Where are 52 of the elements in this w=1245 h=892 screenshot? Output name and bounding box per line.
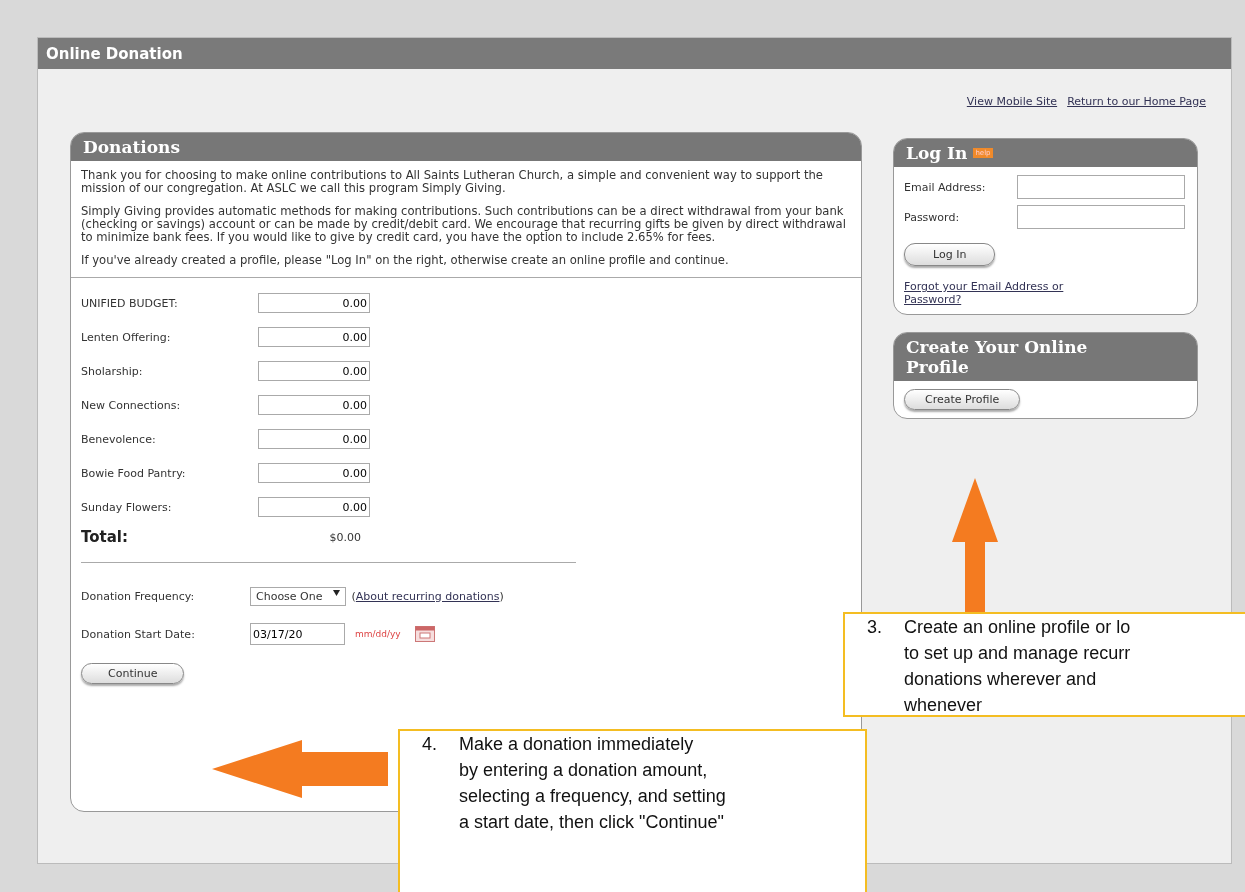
callout-number: 3. [867, 616, 882, 639]
field-label: Donation Frequency: [81, 589, 196, 603]
callout-text: to set up and manage recurr [904, 642, 1131, 665]
paragraph: If you've already created a profile, please "Log In" on the right, otherwise create an online profile and continue. [81, 254, 730, 267]
text-field[interactable] [1017, 175, 1185, 199]
amount-field[interactable]: 0.00 [258, 395, 370, 415]
field-label: New Connections: [81, 398, 182, 412]
recurring-donations-link[interactable]: About recurring donations [355, 589, 500, 603]
field-label: Donation Start Date: [81, 627, 196, 641]
panel-title: Create Your Online Profile [894, 333, 1197, 381]
amount-field[interactable]: 0.00 [258, 327, 370, 347]
nav-link[interactable]: Return to our Home Page [1067, 95, 1206, 119]
date-field[interactable]: 03/17/20 [250, 623, 345, 645]
amount-field[interactable]: 0.00 [258, 463, 370, 483]
calendar-icon[interactable] [414, 626, 435, 642]
date-format-hint: mm/dd/yy [355, 629, 401, 639]
frequency-dropdown[interactable]: Choose One [250, 586, 346, 606]
field-label: Sholarship: [81, 364, 144, 378]
paragraph: Simply Giving provides automatic methods for making contributions. Such contributions can be a direct withdrawal from your bank (checking or savings) account or can be made by credit/debit card. We encourage that recurring gifts be given by direct withdrawal to minimize bank fees. If you would like to give by credit card, you have the option to include 2.65% for fees. [81, 205, 847, 244]
callout-text: donations wherever and [904, 668, 1098, 691]
field-label: Email Address: [904, 180, 987, 194]
amount-field[interactable]: 0.00 [258, 497, 370, 517]
paragraph: Thank you for choosing to make online contributions to All Saints Lutheran Church, a simple and convenient way to support the mission of our congregation. At ASLC we call this program Simply Giving. [81, 169, 824, 195]
amount-field[interactable]: 0.00 [258, 293, 370, 313]
continue-button[interactable]: Continue [81, 663, 185, 684]
field-label: Sunday Flowers: [81, 500, 173, 514]
field-label: UNIFIED BUDGET: [81, 296, 179, 310]
field-label: Benevolence: [81, 432, 157, 446]
callout-text: by entering a donation amount, [459, 759, 709, 782]
amount-field[interactable]: 0.00 [258, 429, 370, 449]
callout-text: Create an online profile or lo [904, 616, 1131, 639]
panel-title: Log In [906, 143, 968, 163]
nav-link[interactable]: View Mobile Site [966, 95, 1058, 119]
total-label: Total: [81, 528, 129, 546]
link-text: (About recurring donations) [351, 589, 504, 603]
panel-title: Donations [71, 133, 861, 161]
field-label: Lenten Offering: [81, 330, 172, 344]
caret-icon [332, 589, 340, 596]
callout-text: selecting a frequency, and setting [459, 785, 726, 808]
callout-text: Make a donation immediately [459, 733, 695, 756]
field-label: Password: [904, 210, 961, 224]
forgot-link[interactable]: Forgot your Email Address or Password? [904, 280, 1104, 306]
total-value: $0.00 [328, 530, 361, 544]
callout-text: whenever [904, 694, 984, 715]
page-title: Online Donation [38, 38, 1231, 69]
login-button[interactable]: Log In [904, 243, 996, 266]
callout-text: a start date, then click "Continue" [459, 811, 725, 834]
field-label: Bowie Food Pantry: [81, 466, 187, 480]
create-profile-button[interactable]: Create Profile [904, 389, 1021, 410]
amount-field[interactable]: 0.00 [258, 361, 370, 381]
text-field[interactable] [1017, 205, 1185, 229]
callout-number: 4. [422, 733, 437, 756]
